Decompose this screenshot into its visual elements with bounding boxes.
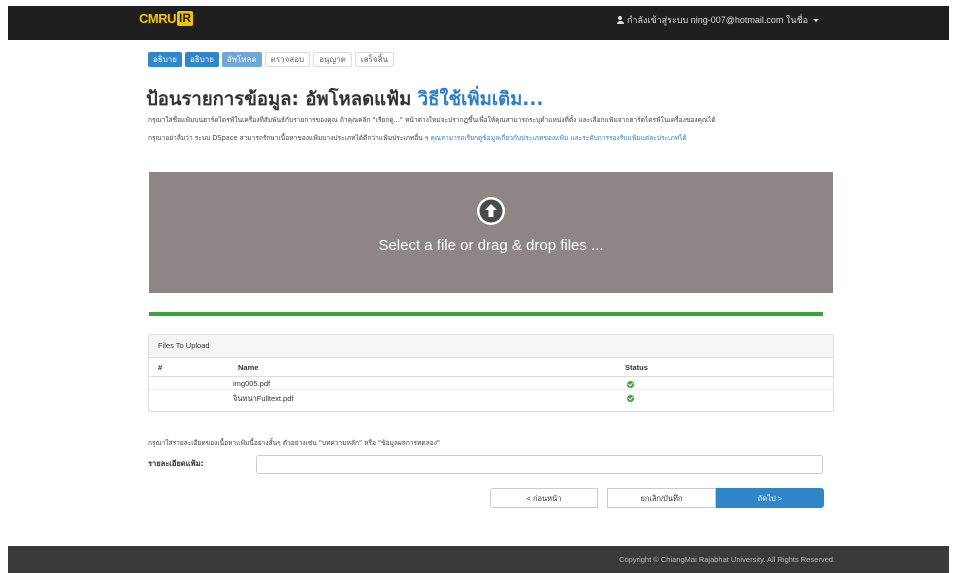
submission-steps: อธิบาย อธิบาย อัพโหลด ตรวจสอบ อนุญาต เสร… <box>148 52 394 67</box>
upload-progress-bar <box>149 312 823 316</box>
upload-progress-fill <box>149 312 823 316</box>
next-button[interactable]: ถัดไป > <box>716 488 824 508</box>
check-circle-icon <box>627 381 634 388</box>
page-title: ป้อนรายการข้อมูล: อัพโหลดแฟ้ม วิธีใช้เพิ… <box>146 85 543 114</box>
table-divider <box>149 376 833 377</box>
column-header-number: # <box>158 363 163 372</box>
step-complete: เสร็จสิ้น <box>354 52 394 67</box>
description-label: รายละเอียดแฟ้ม: <box>148 459 204 468</box>
logo-badge: IR <box>177 10 193 26</box>
step-upload[interactable]: อัพโหลด <box>221 52 262 67</box>
files-to-upload-panel: Files To Upload # Name Status img005.pdf… <box>148 334 834 412</box>
file-dropzone[interactable]: Select a file or drag & drop files ... <box>149 172 833 293</box>
row-divider <box>149 389 833 390</box>
user-menu-label: กำลังเข้าสู่ระบบ ning-007@hotmail.com ใน… <box>626 15 808 25</box>
step-verify: ตรวจสอบ <box>264 52 311 67</box>
format-help-text: กรุณาอย่าลืมว่า ระบบ DSpace สามารถรักษาเ… <box>148 132 838 143</box>
file-name: img005.pdf <box>233 379 271 388</box>
file-description-input[interactable] <box>256 455 823 474</box>
page-title-text: ป้อนรายการข้อมูล: อัพโหลดแฟ้ม <box>146 89 412 110</box>
previous-button[interactable]: < ก่อนหน้า <box>490 488 598 508</box>
page-footer: Copyright © ChiangMai Rajabhat Universit… <box>8 546 949 573</box>
upload-help-text: กรุณาใส่ชื่อแฟ้มบนฮาร์ดไดรฟ์ในเครื่องที่… <box>148 116 716 124</box>
step-describe-2[interactable]: อธิบาย <box>184 52 219 67</box>
panel-title: Files To Upload <box>149 335 833 358</box>
column-header-name: Name <box>238 363 259 372</box>
user-icon <box>616 16 624 24</box>
cmru-ir-logo[interactable]: CMRU IR <box>139 10 193 26</box>
step-license: อนุญาต <box>313 52 352 67</box>
step-describe-1[interactable]: อธิบาย <box>148 52 182 67</box>
logo-text: CMRU <box>139 10 177 26</box>
upload-arrow-circle-icon <box>477 197 505 225</box>
cancel-save-button[interactable]: ยกเลิก/บันทึก <box>607 488 716 508</box>
format-help-prefix: กรุณาอย่าลืมว่า ระบบ DSpace สามารถรักษาเ… <box>148 134 429 142</box>
copyright-text: Copyright © ChiangMai Rajabhat Universit… <box>619 555 835 564</box>
file-name: จินทนาFulltext.pdf <box>233 394 294 403</box>
more-help-link[interactable]: วิธีใช้เพิ่มเติม... <box>418 89 544 110</box>
user-menu[interactable]: กำลังเข้าสู่ระบบ ning-007@hotmail.com ใน… <box>616 13 819 27</box>
dropzone-text: Select a file or drag & drop files ... <box>378 237 604 254</box>
column-header-status: Status <box>625 363 648 372</box>
description-help-text: กรุณาใส่รายละเอียดของเนื้อหาแฟ้มนี้อย่าง… <box>148 439 440 447</box>
check-circle-icon <box>627 395 634 402</box>
file-formats-link[interactable]: คุณสามารถเรียกดูข้อมูลเกี่ยวกับประเภทของ… <box>431 134 687 142</box>
chevron-down-icon <box>813 18 819 22</box>
